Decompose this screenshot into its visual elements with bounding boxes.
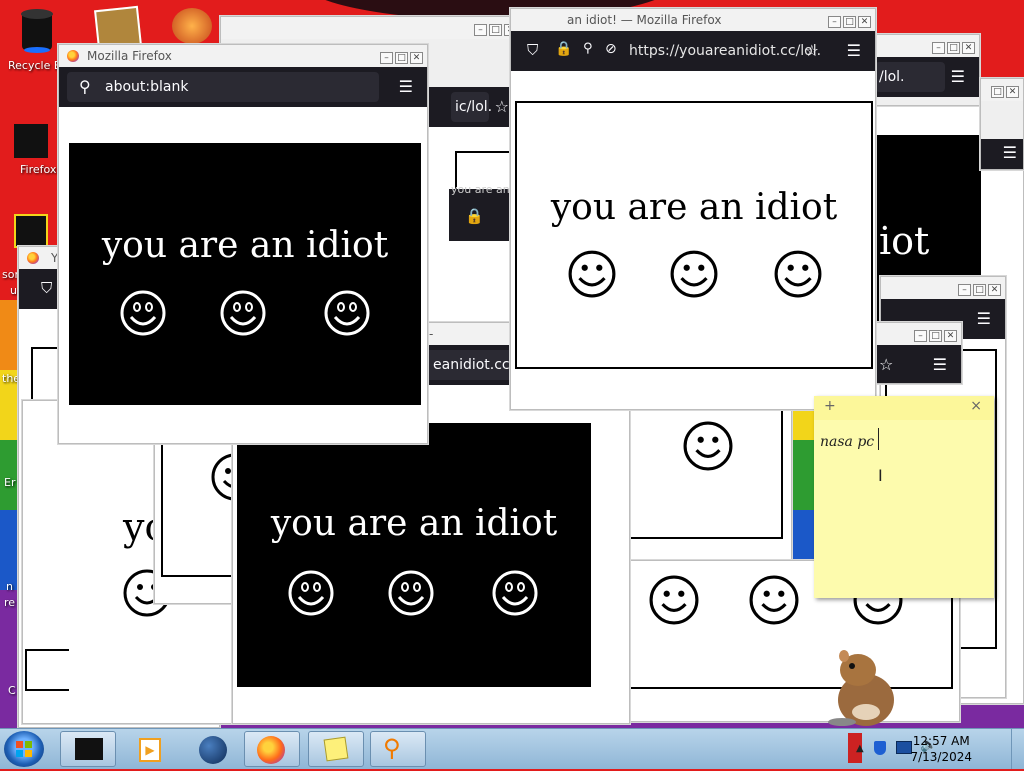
globe-icon	[199, 736, 227, 764]
orange-app-icon	[172, 8, 212, 44]
smiley-face-icon	[288, 570, 334, 616]
recycle-bin-label: Recycle B	[8, 59, 62, 72]
top-url[interactable]: https://youareanidiot.cc/lol.	[629, 43, 821, 59]
media-player-icon: ▶	[139, 738, 161, 762]
menu-icon[interactable]: ☰	[977, 309, 991, 328]
minimize-button[interactable]: –	[828, 16, 841, 28]
sticky-note-text[interactable]: nasa pc	[820, 434, 874, 450]
smiley-face-icon	[774, 250, 822, 298]
lock-icon[interactable]: 🔒	[555, 41, 572, 57]
recycle-bin-icon[interactable]	[16, 6, 58, 54]
top-window-title: an idiot! — Mozilla Firefox	[567, 13, 722, 27]
close-note-button[interactable]: ×	[970, 398, 982, 414]
smiley-face-icon	[324, 290, 370, 336]
system-tray: ▲ 🔈 12:57 AM 7/13/2024	[844, 729, 1024, 769]
magnifier-icon: ⚲	[383, 734, 401, 762]
terminal-icon	[75, 738, 103, 760]
firefox-desktop-icon[interactable]	[14, 124, 48, 158]
firefox-icon	[257, 736, 285, 764]
permissions-icon[interactable]: ⚲	[583, 41, 593, 56]
menu-icon[interactable]: ☰	[399, 77, 413, 96]
firefox-tab-icon	[67, 50, 79, 62]
start-button[interactable]	[4, 731, 44, 767]
front-window-title: Mozilla Firefox	[87, 49, 172, 63]
clock[interactable]: 12:57 AM 7/13/2024	[910, 733, 972, 765]
shortcut-icon[interactable]	[14, 214, 48, 248]
idiot-panel: you are an idiot	[237, 423, 591, 687]
edge-label-2: u	[10, 284, 17, 297]
edge-label-6: re	[4, 596, 16, 609]
lock-icon: 🔒	[465, 207, 484, 225]
browser-window-top[interactable]: an idiot! — Mozilla Firefox – □ ✕ ⛉ 🔒 ⚲ ⊘ …	[510, 8, 876, 410]
taskbar-sticky-notes-button[interactable]	[308, 731, 364, 767]
text-caret	[878, 428, 879, 450]
smiley-face-icon	[649, 575, 699, 625]
partial-message-far: iot	[879, 219, 930, 263]
bookmark-star-icon[interactable]: ☆	[495, 97, 509, 116]
browser-window-center-white[interactable]	[622, 398, 792, 576]
smiley-face-icon	[749, 575, 799, 625]
front-url[interactable]: about:blank	[105, 79, 188, 95]
smiley-face-icon	[388, 570, 434, 616]
idiot-message: you are an idiot	[270, 503, 558, 544]
show-desktop-button[interactable]	[1011, 729, 1024, 769]
right-url[interactable]: /lol.	[879, 69, 905, 85]
taskbar: ▶ ⚲ ▲ 🔈 12:57 AM 7/13/2024	[0, 728, 1024, 769]
bookmark-star-icon[interactable]: ☆	[879, 355, 893, 374]
shield-icon: ⛉	[41, 279, 53, 297]
smiley-face-icon	[220, 290, 266, 336]
smiley-face-icon	[492, 570, 538, 616]
windows-logo-icon	[16, 741, 32, 757]
idiot-message: you are an idiot	[550, 187, 838, 228]
clock-date: 7/13/2024	[910, 750, 972, 764]
menu-icon[interactable]: ☰	[933, 355, 947, 374]
add-note-button[interactable]: +	[824, 398, 836, 414]
browser-window-front[interactable]: Mozilla Firefox – □ ✕ ⚲ about:blank ☰ you …	[58, 44, 428, 444]
firefox-desktop-label: Firefox	[20, 163, 57, 176]
ibeam-cursor-icon: Ι	[878, 466, 883, 485]
browser-window-right[interactable]: – □ ✕ /lol. ☰	[874, 34, 980, 106]
firefox-tab-icon	[27, 252, 39, 264]
bookmark-star-icon[interactable]: ☆	[805, 41, 819, 60]
taskbar-globe-button[interactable]	[186, 731, 242, 767]
minimize-button[interactable]: –	[380, 52, 393, 64]
sticky-notes-icon	[323, 736, 349, 762]
taskbar-terminal-button[interactable]	[60, 731, 116, 767]
maximize-button[interactable]: □	[843, 16, 856, 28]
close-button[interactable]: ✕	[858, 16, 871, 28]
menu-icon[interactable]: ☰	[951, 67, 965, 86]
search-icon: ⚲	[79, 77, 91, 96]
smiley-face-icon	[120, 290, 166, 336]
edge-label-5: n	[6, 580, 13, 593]
browser-window-far-right[interactable]: □ ✕ ☰	[980, 78, 1024, 170]
shield-icon[interactable]: ⛉	[527, 41, 538, 59]
taskbar-search-button[interactable]: ⚲	[370, 731, 426, 767]
hamster-pet[interactable]	[822, 640, 906, 728]
behind-url[interactable]: ic/lol.	[455, 99, 492, 115]
clock-time: 12:57 AM	[912, 734, 970, 748]
maximize-button[interactable]: □	[395, 52, 408, 64]
edge-label-7: C	[8, 684, 16, 697]
address-bar[interactable]: ⚲ about:blank	[67, 72, 379, 102]
tray-up-arrow-icon[interactable]: ▲	[856, 743, 864, 754]
taskbar-media-player-button[interactable]: ▶	[124, 731, 180, 767]
browser-window-right-front[interactable]: – □ ✕ ☆ ☰	[870, 322, 962, 384]
tray-shield-icon[interactable]	[874, 741, 886, 755]
idiot-panel-white: you are an idiot	[515, 101, 873, 369]
sticky-note-header: + ×	[814, 396, 994, 420]
menu-icon[interactable]: ☰	[847, 41, 861, 60]
smiley-face-icon	[670, 250, 718, 298]
idiot-message: you are an idiot	[101, 225, 389, 266]
close-button[interactable]: ✕	[410, 52, 423, 64]
edge-label-4: Er	[4, 476, 16, 489]
behind-tab-text: you are an	[451, 183, 510, 196]
autoplay-blocked-icon[interactable]: ⊘	[605, 41, 617, 57]
smiley-face-icon	[683, 421, 733, 471]
idiot-panel: you are an idiot	[69, 143, 421, 405]
taskbar-firefox-button[interactable]	[244, 731, 300, 767]
sticky-note[interactable]: + × nasa pc Ι	[814, 396, 994, 598]
smiley-face-icon	[568, 250, 616, 298]
